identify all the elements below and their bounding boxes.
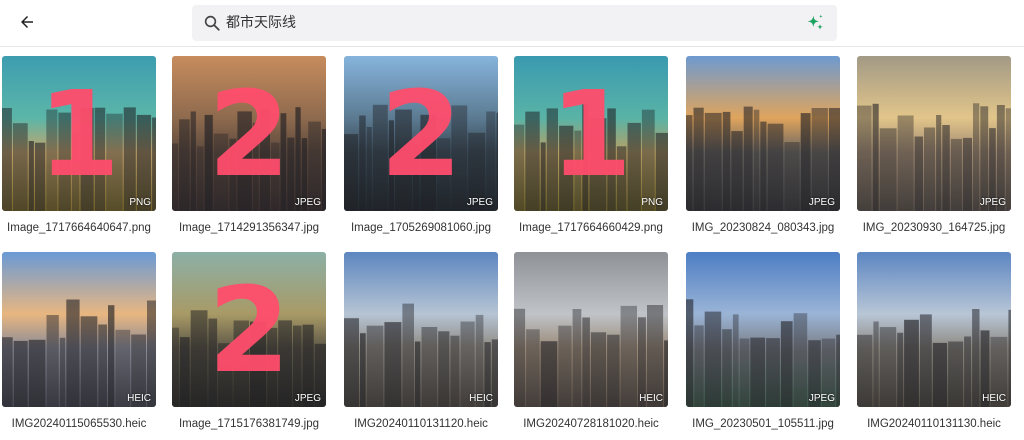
photo-filename: Image_1717664640647.png <box>7 222 151 234</box>
back-button[interactable] <box>14 9 40 35</box>
photo-thumbnail[interactable]: HEIC <box>2 252 156 407</box>
photo-filename: Image_1705269081060.jpg <box>350 222 492 234</box>
photo-filename: IMG20240110131130.heic <box>867 418 1001 430</box>
photo-filename: Image_1715176381749.jpg <box>178 418 320 430</box>
photo-thumbnail[interactable]: HEIC <box>857 252 1011 407</box>
photo-filename: IMG20240728181020.heic <box>523 418 659 430</box>
photo-thumbnail[interactable]: HEIC <box>344 252 498 407</box>
city-skyline-image <box>2 299 156 407</box>
file-type-badge: JPEG <box>466 197 493 208</box>
city-skyline-image <box>857 309 1011 407</box>
photo-filename: Image_1717664660429.png <box>519 222 663 234</box>
file-type-badge: JPEG <box>294 197 321 208</box>
photo-thumbnail[interactable]: JPEG <box>857 56 1011 211</box>
city-skyline-image <box>172 107 326 211</box>
photo-filename: Image_1714291356347.jpg <box>178 222 320 234</box>
city-skyline-image <box>686 299 840 407</box>
file-type-badge: JPEG <box>294 393 321 404</box>
photo-thumbnail[interactable]: 1 PNG <box>514 56 668 211</box>
city-skyline-image <box>686 106 840 211</box>
photo-thumbnail[interactable]: 2 JPEG <box>172 252 326 407</box>
photo-thumbnail[interactable]: JPEG <box>686 252 840 407</box>
photo-filename: IMG20240115065530.heic <box>11 418 147 430</box>
file-type-badge: HEIC <box>469 393 493 404</box>
city-skyline-image <box>344 303 498 407</box>
file-type-badge: PNG <box>641 197 663 208</box>
city-skyline-image <box>514 305 668 407</box>
photo-thumbnail[interactable]: 2 JPEG <box>344 56 498 211</box>
photo-thumbnail[interactable]: 2 JPEG <box>172 56 326 211</box>
photo-filename: IMG_20230501_105511.jpg <box>692 418 834 430</box>
search-input[interactable]: 都市天际线 <box>226 14 296 32</box>
file-type-badge: HEIC <box>982 393 1006 404</box>
photo-thumbnail[interactable]: 1 PNG <box>2 56 156 211</box>
ai-sparkle-icon[interactable] <box>805 13 825 33</box>
search-field[interactable]: 都市天际线 <box>192 5 837 41</box>
arrow-left-icon <box>21 16 33 28</box>
photo-thumbnail[interactable]: JPEG <box>686 56 840 211</box>
city-skyline-image <box>172 310 326 407</box>
city-skyline-image <box>514 104 668 211</box>
file-type-badge: PNG <box>129 197 151 208</box>
file-type-badge: HEIC <box>639 393 663 404</box>
photo-filename: IMG_20230930_164725.jpg <box>862 222 1006 234</box>
city-skyline-image <box>857 103 1011 211</box>
photo-filename: IMG20240110131120.heic <box>354 418 488 430</box>
top-bar: 都市天际线 <box>0 0 1024 47</box>
photo-filename: IMG_20230824_080343.jpg <box>691 222 835 234</box>
photo-thumbnail[interactable]: HEIC <box>514 252 668 407</box>
file-type-badge: JPEG <box>808 197 835 208</box>
search-icon <box>204 15 220 31</box>
file-type-badge: JPEG <box>979 197 1006 208</box>
city-skyline-image <box>344 104 498 211</box>
file-type-badge: HEIC <box>127 393 151 404</box>
file-type-badge: JPEG <box>808 393 835 404</box>
city-skyline-image <box>2 107 156 211</box>
